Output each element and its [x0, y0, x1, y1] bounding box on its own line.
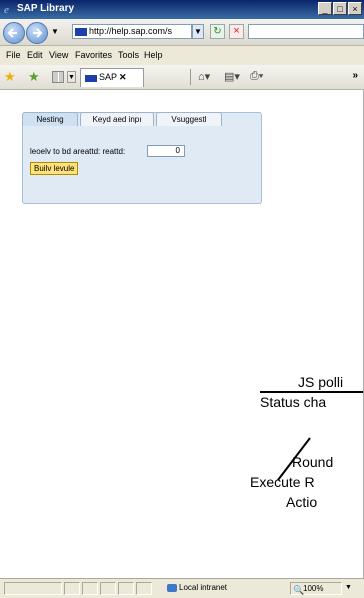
back-arrow-icon [7, 28, 17, 38]
stop-button[interactable]: × [229, 24, 244, 39]
browser-tab-sap[interactable]: SAP ✕ [80, 68, 144, 87]
home-icon[interactable]: ⌂▾ [198, 70, 210, 83]
toolbar-separator [190, 69, 191, 85]
menu-help[interactable]: Help [144, 50, 163, 60]
address-dropdown[interactable]: ▼ [192, 24, 204, 39]
status-bar: Local intranet 🔍 100% ▼ [0, 578, 364, 598]
search-input[interactable] [248, 24, 364, 39]
status-cell [64, 582, 80, 595]
intranet-icon [167, 584, 177, 592]
maximize-button[interactable]: □ [333, 2, 347, 15]
status-text-cell [4, 582, 62, 595]
diagram-label-round: Round [292, 454, 334, 470]
history-dropdown-icon[interactable]: ▼ [51, 27, 59, 36]
build-level-button[interactable]: Builv levule [30, 162, 79, 175]
diagram-label-action: Actio [286, 494, 318, 510]
status-cell [82, 582, 98, 595]
level-input[interactable]: 0 [147, 145, 185, 157]
zoom-icon: 🔍 [293, 585, 305, 595]
favorites-toolbar: ★ ★ ▼ SAP ✕ ⌂▾ ▤▾ ⎙▾ » [0, 65, 364, 90]
favorites-star-icon[interactable]: ★ [4, 69, 16, 85]
diagram-label-status-change: Status cha [260, 394, 327, 410]
back-button[interactable] [3, 22, 25, 44]
address-toolbar: ▼ http://help.sap.com/s ▼ ↻ × [0, 19, 364, 46]
svg-text:e: e [4, 4, 9, 15]
diagram-label-execute: Execute R [250, 474, 315, 490]
tab-suggest[interactable]: Vsuggestl [156, 112, 222, 126]
status-cell [118, 582, 134, 595]
tab-nesting[interactable]: Nesting [22, 112, 78, 126]
menu-edit[interactable]: Edit [27, 50, 43, 60]
field-label: leoelv to bd areattd: reattd: [30, 147, 126, 156]
tab-keyed-input[interactable]: Keyd aed inpı [80, 112, 154, 126]
quick-tabs-icon[interactable] [52, 71, 64, 83]
add-favorite-icon[interactable]: ★ [28, 69, 40, 85]
tab-list-dropdown[interactable]: ▼ [67, 71, 76, 83]
menu-file[interactable]: File [6, 50, 21, 60]
sap-favicon-icon [85, 75, 97, 82]
window-title: SAP Library [17, 3, 75, 14]
menu-tools[interactable]: Tools [118, 50, 139, 60]
print-icon[interactable]: ⎙▾ [250, 70, 263, 83]
zoom-dropdown-icon[interactable]: ▼ [345, 584, 352, 591]
diagram-label-js-polling: JS polli [298, 374, 344, 390]
menu-favorites[interactable]: Favorites [75, 50, 112, 60]
status-cell [100, 582, 116, 595]
feeds-icon[interactable]: ▤▾ [224, 70, 240, 83]
minimize-button[interactable]: _ [318, 2, 332, 15]
menu-bar: File Edit View Favorites Tools Help [0, 46, 364, 66]
address-input[interactable]: http://help.sap.com/s [72, 24, 192, 39]
close-button[interactable]: × [348, 2, 362, 15]
diagram-overlay: JS polli Status cha Round Execute R Acti… [250, 370, 364, 550]
refresh-button[interactable]: ↻ [210, 24, 225, 39]
forward-arrow-icon [33, 28, 43, 38]
status-cell [136, 582, 152, 595]
close-tab-icon[interactable]: ✕ [119, 72, 127, 82]
toolbar-overflow-icon[interactable]: » [352, 70, 358, 81]
sap-favicon-icon [75, 28, 87, 36]
title-bar: e SAP Library _ □ × [0, 0, 364, 19]
zoom-level[interactable]: 🔍 100% [290, 582, 342, 595]
ie-logo-icon: e [4, 4, 9, 15]
forward-button[interactable] [26, 22, 48, 44]
security-zone[interactable]: Local intranet [165, 582, 285, 595]
diagram-divider [260, 391, 364, 393]
menu-view[interactable]: View [49, 50, 68, 60]
